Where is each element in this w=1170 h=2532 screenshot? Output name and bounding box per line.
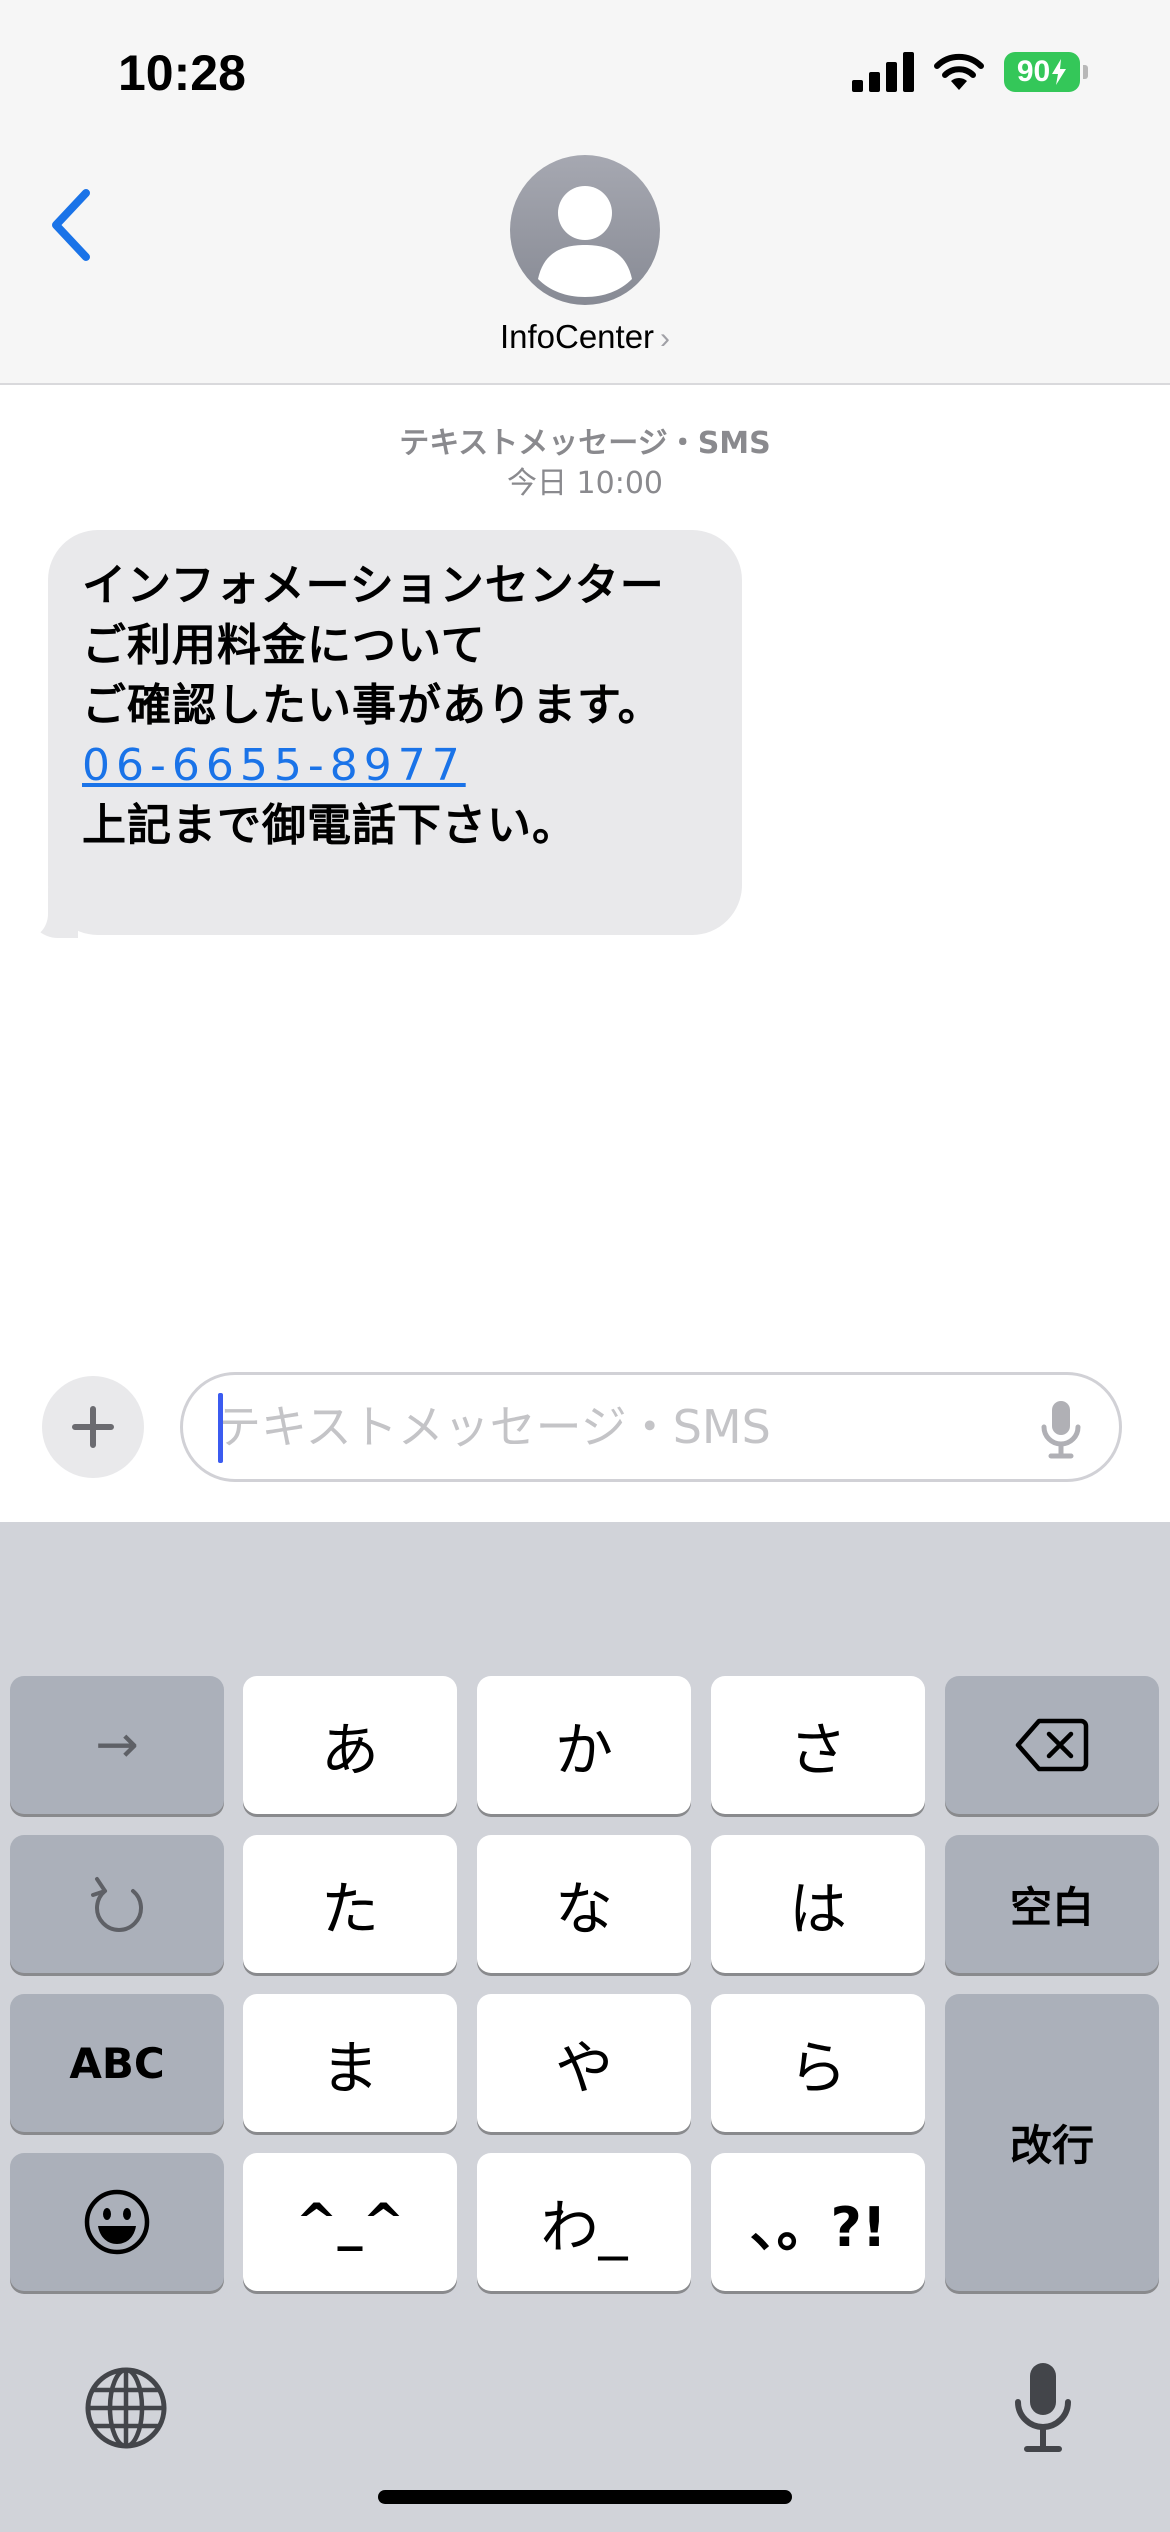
key-ma[interactable]: ま bbox=[243, 1994, 457, 2132]
key-space[interactable]: 空白 bbox=[945, 1835, 1159, 1973]
message-line: 上記まで御電話下さい。 bbox=[82, 800, 577, 851]
key-kaomoji[interactable]: ^_^ bbox=[243, 2153, 457, 2291]
apps-plus-button[interactable] bbox=[42, 1376, 144, 1478]
key-ta[interactable]: た bbox=[243, 1835, 457, 1973]
phone-number-link[interactable]: 06-6655-8977 bbox=[82, 736, 466, 796]
arrow-right-icon: → bbox=[95, 1715, 139, 1775]
plus-icon bbox=[72, 1406, 114, 1448]
incoming-message-bubble[interactable]: インフォメーションセンター ご利用料金について ご確認したい事があります。 06… bbox=[48, 530, 742, 935]
chevron-right-icon: › bbox=[660, 322, 671, 355]
microphone-icon[interactable] bbox=[1037, 1399, 1085, 1459]
text-caret bbox=[218, 1393, 223, 1463]
key-undo[interactable] bbox=[10, 1835, 224, 1973]
wifi-icon bbox=[934, 53, 984, 90]
dictation-microphone-icon[interactable] bbox=[1010, 2360, 1076, 2456]
message-meta: テキストメッセージ・SMS 今日 10:00 bbox=[0, 424, 1170, 504]
bolt-icon bbox=[1052, 59, 1067, 85]
emoji-icon bbox=[84, 2189, 150, 2255]
signal-icon bbox=[852, 52, 914, 92]
conversation-header: 10:28 90 InfoCenter › bbox=[0, 0, 1170, 385]
contact-name: InfoCenter bbox=[499, 318, 655, 355]
back-button[interactable] bbox=[44, 185, 100, 265]
backspace-icon bbox=[1015, 1718, 1089, 1772]
key-ya[interactable]: や bbox=[477, 1994, 691, 2132]
message-line: インフォメーションセンター bbox=[82, 560, 665, 611]
key-abc[interactable]: ABC bbox=[10, 1994, 224, 2132]
globe-icon[interactable] bbox=[84, 2366, 168, 2450]
message-input[interactable] bbox=[213, 1387, 993, 1467]
home-indicator[interactable] bbox=[378, 2490, 792, 2504]
contact-name-button[interactable]: InfoCenter › bbox=[0, 318, 1170, 356]
message-compose-field[interactable] bbox=[180, 1372, 1122, 1482]
key-emoji[interactable] bbox=[10, 2153, 224, 2291]
contact-avatar[interactable] bbox=[510, 155, 660, 305]
battery-charging-icon: 90 bbox=[1004, 52, 1088, 92]
key-ra[interactable]: ら bbox=[711, 1994, 925, 2132]
key-sa[interactable]: さ bbox=[711, 1676, 925, 1814]
chevron-left-icon bbox=[52, 189, 90, 261]
message-line: ご利用料金について bbox=[82, 620, 486, 671]
message-timestamp: 今日 10:00 bbox=[507, 466, 663, 501]
person-icon bbox=[538, 186, 632, 297]
japanese-kana-keyboard: → あ か さ た な は 空白 ABC ま や ら 改行 ^_^ わ_ 、。?… bbox=[0, 1522, 1170, 2532]
key-a[interactable]: あ bbox=[243, 1676, 457, 1814]
key-ka[interactable]: か bbox=[477, 1676, 691, 1814]
key-punctuation[interactable]: 、。?! bbox=[711, 2153, 925, 2291]
message-line: ご確認したい事があります。 bbox=[82, 680, 663, 731]
message-type-label: テキストメッセージ・SMS bbox=[399, 426, 771, 461]
key-return[interactable]: 改行 bbox=[945, 1994, 1159, 2291]
status-time: 10:28 bbox=[118, 45, 246, 101]
key-next-candidate[interactable]: → bbox=[10, 1676, 224, 1814]
key-backspace[interactable] bbox=[945, 1676, 1159, 1814]
key-ha[interactable]: は bbox=[711, 1835, 925, 1973]
battery-level: 90 bbox=[1016, 55, 1051, 88]
status-icons: 90 bbox=[852, 52, 1088, 92]
key-na[interactable]: な bbox=[477, 1835, 691, 1973]
key-wa[interactable]: わ_ bbox=[477, 2153, 691, 2291]
undo-icon bbox=[91, 1877, 143, 1932]
